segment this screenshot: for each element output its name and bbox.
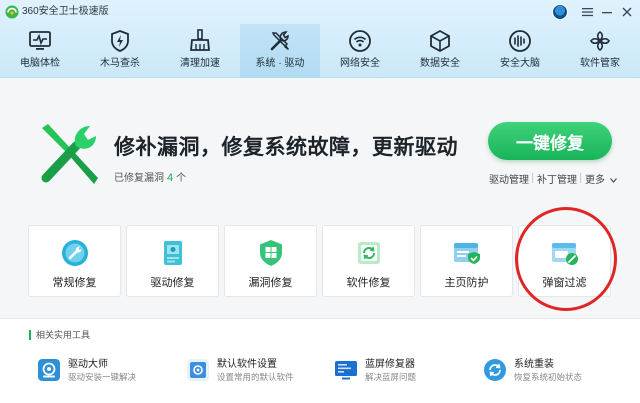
bluescreen-repair-icon — [335, 361, 357, 380]
wrench-badge-icon — [61, 240, 88, 266]
util-name: 默认软件设置 — [217, 358, 277, 370]
cube-icon — [430, 29, 450, 53]
one-click-fix-button[interactable]: 一键修复 — [488, 122, 612, 160]
nav-label: 清理加速 — [180, 58, 220, 69]
nav-label: 系统 · 驱动 — [255, 58, 305, 69]
nav-item-cleanup[interactable]: 清理加速 — [160, 24, 240, 78]
util-name: 驱动大师 — [68, 358, 108, 370]
status-prefix: 已修复漏洞 — [114, 173, 164, 184]
broom-icon — [190, 29, 210, 51]
nav-item-software-manager[interactable]: 软件管家 — [560, 24, 640, 78]
repair-tools-icon — [41, 124, 98, 184]
card-software-repair[interactable]: 软件修复 — [322, 225, 415, 297]
card-routine-repair[interactable]: 常规修复 — [28, 225, 121, 297]
software-refresh-icon — [357, 242, 380, 264]
chevron-down-icon — [609, 178, 617, 183]
util-desc: 恢复系统初始状态 — [514, 371, 583, 382]
util-desc: 驱动安装一键解决 — [68, 371, 137, 382]
card-driver-repair[interactable]: 驱动修复 — [126, 225, 219, 297]
shield-bolt-icon — [111, 30, 129, 52]
link-divider — [580, 173, 581, 183]
util-default-software[interactable]: 默认软件设置 设置常用的默认软件 — [187, 355, 294, 385]
fixed-count[interactable]: 4 — [167, 172, 173, 184]
nav-item-system-driver[interactable]: 系统 · 驱动 — [240, 24, 320, 78]
nav-label: 木马查杀 — [100, 58, 140, 69]
util-text: 系统重装 恢复系统初始状态 — [514, 358, 582, 383]
nav-label: 电脑体检 — [20, 58, 60, 69]
title-bar: 360安全卫士极速版 — [0, 0, 640, 24]
nav-item-network-security[interactable]: 网络安全 — [320, 24, 400, 78]
app-logo-icon — [5, 5, 19, 19]
driver-chip-icon — [163, 241, 182, 265]
util-text: 默认软件设置 设置常用的默认软件 — [217, 358, 294, 383]
hero-title: 修补漏洞，修复系统故障，更新驱动 — [114, 136, 458, 159]
repair-tool-cards: 常规修复 驱动修复 漏洞修复 软件修复 主页防护 弹窗过滤 — [28, 225, 612, 297]
card-label: 漏洞修复 — [248, 277, 293, 289]
popup-block-icon — [551, 243, 578, 265]
windows-shield-icon — [259, 240, 282, 266]
link-divider — [532, 173, 533, 183]
util-text: 驱动大师 驱动安装一键解决 — [68, 358, 136, 383]
card-vulnerability-repair[interactable]: 漏洞修复 — [224, 225, 317, 297]
nav-label: 网络安全 — [340, 58, 380, 69]
more-link[interactable]: 更多 — [585, 171, 617, 186]
util-system-reinstall[interactable]: 系统重装 恢复系统初始状态 — [484, 355, 582, 385]
nav-item-data-security[interactable]: 数据安全 — [400, 24, 480, 78]
close-icon — [622, 7, 632, 17]
util-driver-master[interactable]: 驱动大师 驱动安装一键解决 — [38, 355, 136, 385]
util-desc: 解决蓝屏问题 — [365, 371, 417, 382]
card-homepage-protection[interactable]: 主页防护 — [420, 225, 513, 297]
nav-item-trojan-scan[interactable]: 木马查杀 — [80, 24, 160, 78]
status-suffix: 个 — [176, 173, 187, 184]
more-link-label: 更多 — [585, 175, 605, 186]
patch-management-link[interactable]: 补丁管理 — [537, 171, 577, 186]
nav-item-security-brain[interactable]: 安全大脑 — [480, 24, 560, 78]
minimize-button[interactable] — [598, 3, 616, 21]
hamburger-menu-icon — [581, 8, 593, 17]
wifi-icon — [349, 30, 371, 52]
menu-button[interactable] — [578, 3, 596, 21]
util-bluescreen-repair[interactable]: 蓝屏修复器 解决蓝屏问题 — [335, 355, 416, 385]
driver-management-link[interactable]: 驱动管理 — [489, 171, 529, 186]
monitor-icon — [29, 31, 51, 50]
card-label: 弹窗过滤 — [542, 277, 587, 289]
card-label: 主页防护 — [444, 277, 489, 289]
card-label: 常规修复 — [52, 277, 97, 289]
brain-icon — [509, 30, 531, 52]
close-button[interactable] — [618, 3, 636, 21]
nav-item-pc-checkup[interactable]: 电脑体检 — [0, 24, 80, 78]
section-title: 相关实用工具 — [29, 330, 90, 340]
homepage-shield-icon — [453, 243, 480, 264]
card-popup-filter[interactable]: 弹窗过滤 — [518, 225, 611, 297]
minimize-icon — [602, 12, 612, 14]
related-tools-section: 相关实用工具 驱动大师 驱动安装一键解决 默认软件设置 设置常用的默认软件 蓝屏… — [0, 318, 640, 403]
default-software-icon — [187, 359, 209, 381]
driver-master-icon — [38, 359, 60, 381]
nav-label: 安全大脑 — [500, 58, 540, 69]
user-avatar[interactable] — [552, 4, 568, 20]
main-nav: 电脑体检 木马查杀 清理加速 系统 · 驱动 网络安全 数据安全 安全大脑 软件… — [0, 24, 640, 78]
util-name: 蓝屏修复器 — [365, 358, 415, 370]
util-name: 系统重装 — [514, 358, 554, 370]
system-reinstall-icon — [484, 359, 506, 381]
top-header: 360安全卫士极速版 电脑体检 木马查杀 清理加速 系统 · 驱动 网络安全 数… — [0, 0, 640, 78]
util-desc: 设置常用的默认软件 — [217, 371, 294, 382]
util-text: 蓝屏修复器 解决蓝屏问题 — [365, 358, 416, 383]
nav-label: 软件管家 — [580, 58, 620, 69]
card-label: 软件修复 — [346, 277, 391, 289]
fixed-vulnerabilities-status: 已修复漏洞 4 个 — [114, 169, 186, 184]
card-label: 驱动修复 — [150, 277, 195, 289]
app-title: 360安全卫士极速版 — [22, 6, 109, 17]
software-grid-icon — [590, 31, 610, 51]
hero-section: 修补漏洞，修复系统故障，更新驱动 已修复漏洞 4 个 一键修复 驱动管理 补丁管理 … — [0, 78, 640, 210]
nav-label: 数据安全 — [420, 58, 460, 69]
wrench-screwdriver-icon — [270, 31, 289, 51]
